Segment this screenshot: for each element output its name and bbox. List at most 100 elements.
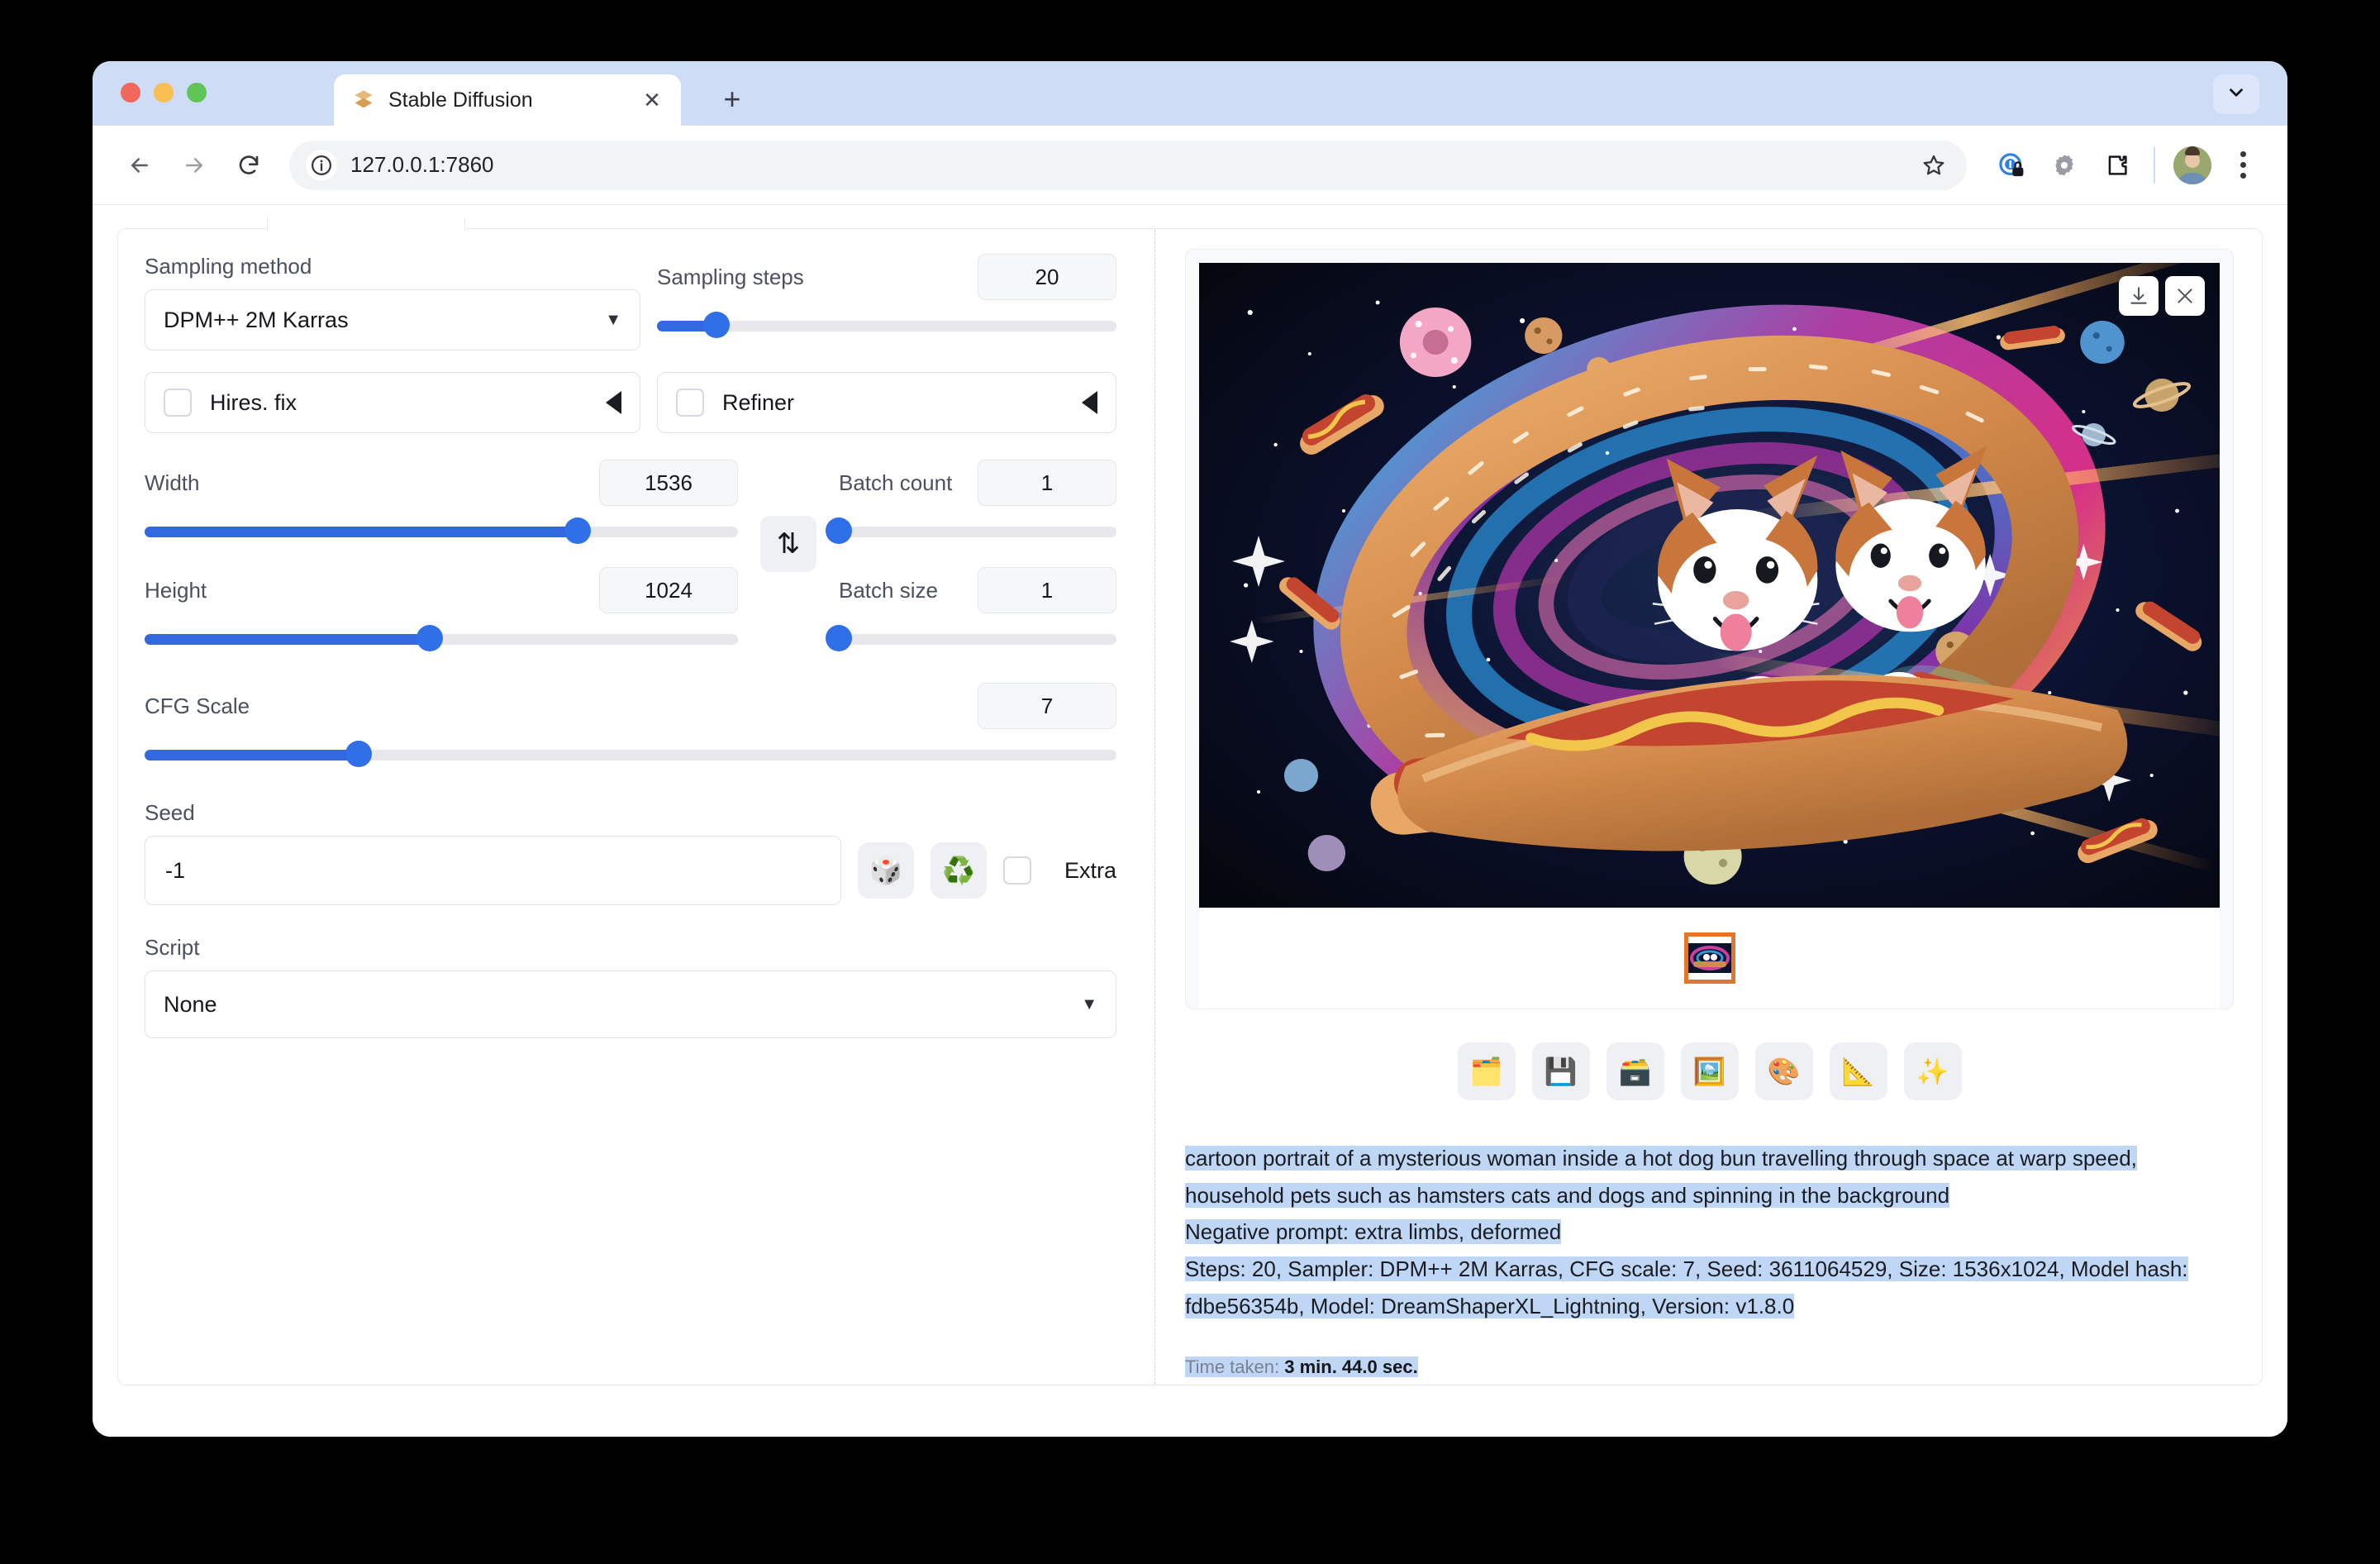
upscale-icon[interactable]: ✨ [1903,1042,1962,1100]
height-slider[interactable] [145,625,738,653]
swap-dimensions-button[interactable]: ⇅ [760,516,816,572]
slider-thumb[interactable] [564,517,592,544]
seed-label: Seed [145,800,195,825]
sampling-method-select[interactable]: DPM++ 2M Karras ▼ [145,289,640,350]
slider-thumb[interactable] [703,312,731,338]
save-icon[interactable]: 💾 [1531,1042,1590,1100]
hires-fix-checkbox[interactable] [164,389,192,417]
output-column: 🗂️ 💾 🗃️ 🖼️ 🎨 📐 ✨ cartoon portrait of a m… [1155,229,2262,1385]
site-info-icon[interactable] [306,149,337,181]
cfg-scale-slider[interactable] [145,741,1116,769]
generation-params-text: Steps: 20, Sampler: DPM++ 2M Karras, CFG… [1185,1256,2188,1318]
reload-button[interactable] [225,141,273,189]
hires-fix-accordion[interactable]: Hires. fix [145,372,640,433]
refiner-checkbox[interactable] [676,389,704,417]
slider-fill [145,527,578,537]
batch-size-value[interactable]: 1 [978,567,1116,613]
browser-window: Stable Diffusion ✕ + 127.0.0.1:7860 Samp… [93,61,2287,1437]
chevron-down-icon: ▼ [1081,994,1097,1013]
expand-triangle-icon[interactable] [606,391,621,414]
window-traffic-lights [121,83,207,103]
batch-count-value[interactable]: 1 [978,460,1116,506]
height-value[interactable]: 1024 [599,567,738,613]
stable-diffusion-logo-icon [352,88,375,112]
batch-size-slider[interactable] [826,625,1116,653]
slider-fill [145,634,430,645]
send-to-img2img-icon[interactable]: 🖼️ [1680,1042,1739,1100]
width-label: Width [145,470,200,495]
slider-thumb[interactable] [826,625,852,651]
expand-triangle-icon[interactable] [1082,391,1097,414]
refiner-accordion[interactable]: Refiner [657,372,1116,433]
result-image-panel [1185,249,2234,1009]
slider-thumb[interactable] [826,517,852,544]
time-taken-label: Time taken: [1185,1356,1280,1377]
password-manager-icon[interactable] [1988,142,2035,188]
prompt-text: cartoon portrait of a mysterious woman i… [1185,1146,2137,1208]
send-to-extras-icon[interactable]: 📐 [1829,1042,1887,1100]
close-window-button[interactable] [121,83,140,103]
batch-count-slider[interactable] [826,517,1116,546]
kebab-menu-icon[interactable] [2221,142,2264,188]
forward-button[interactable] [170,141,218,189]
recycle-icon[interactable]: ♻️ [930,842,987,899]
slider-thumb[interactable] [416,625,443,651]
address-bar-url: 127.0.0.1:7860 [350,152,494,177]
negative-prompt-text: Negative prompt: extra limbs, deformed [1185,1219,1562,1245]
chevron-down-icon: ▼ [605,310,621,329]
new-tab-button[interactable]: + [714,81,750,117]
open-folder-icon[interactable]: 🗂️ [1457,1042,1516,1100]
width-value[interactable]: 1536 [599,460,738,506]
sampling-steps-value[interactable]: 20 [978,254,1116,300]
extra-label: Extra [1064,857,1116,883]
image-action-toolbar: 🗂️ 💾 🗃️ 🖼️ 🎨 📐 ✨ [1185,1042,2234,1100]
maximize-window-button[interactable] [187,83,207,103]
gallery-thumbnail[interactable] [1683,932,1735,984]
save-zip-icon[interactable]: 🗃️ [1606,1042,1664,1100]
seed-input[interactable]: -1 [145,836,841,905]
tab-strip-stub [267,217,465,231]
sampling-method-value: DPM++ 2M Karras [164,307,349,332]
refiner-label: Refiner [722,389,795,415]
time-taken-value: 3 min. 44.0 sec. [1284,1356,1418,1377]
page-footer [93,1405,2287,1437]
extension-icon[interactable] [2041,142,2087,188]
thumbnail-preview [1687,943,1731,973]
slider-track [839,527,1116,537]
browser-tabstrip: Stable Diffusion ✕ + [93,61,2287,126]
generation-settings-column: Sampling method DPM++ 2M Karras ▼ Sampli… [118,229,1155,1385]
generated-image[interactable] [1199,263,2220,908]
slider-thumb[interactable] [345,741,372,767]
cfg-scale-value[interactable]: 7 [978,683,1116,729]
page-content: Sampling method DPM++ 2M Karras ▼ Sampli… [93,205,2287,1437]
hires-fix-label: Hires. fix [210,389,298,415]
tab-list-button[interactable] [2213,74,2259,114]
send-to-inpaint-icon[interactable]: 🎨 [1754,1042,1813,1100]
minimize-window-button[interactable] [154,83,174,103]
width-slider[interactable] [145,517,738,546]
gallery-thumbnail-strip [1199,908,2220,1008]
dice-icon[interactable]: 🎲 [857,842,914,899]
browser-tab[interactable]: Stable Diffusion ✕ [334,74,681,126]
bookmark-icon[interactable] [1914,145,1954,185]
sampling-steps-label: Sampling steps [657,264,804,289]
toolbar-divider [2154,146,2155,184]
slider-fill [145,750,359,761]
address-bar[interactable]: 127.0.0.1:7860 [289,140,1967,190]
image-controls [2119,276,2205,316]
puzzle-icon[interactable] [2094,142,2140,188]
chevron-down-icon [2225,82,2247,107]
back-button[interactable] [116,141,164,189]
sampling-method-label: Sampling method [145,254,312,279]
batch-count-label: Batch count [839,470,953,495]
script-select[interactable]: None ▼ [145,970,1116,1038]
webui-panel: Sampling method DPM++ 2M Karras ▼ Sampli… [117,217,2263,1385]
extra-checkbox[interactable] [1002,856,1031,885]
profile-avatar[interactable] [2173,145,2211,184]
height-label: Height [145,577,207,603]
close-tab-button[interactable]: ✕ [638,86,666,114]
close-icon[interactable] [2165,276,2205,316]
sampling-steps-slider[interactable] [657,312,1116,340]
download-icon[interactable] [2119,276,2159,316]
generation-metadata: cartoon portrait of a mysterious woman i… [1185,1140,2234,1325]
